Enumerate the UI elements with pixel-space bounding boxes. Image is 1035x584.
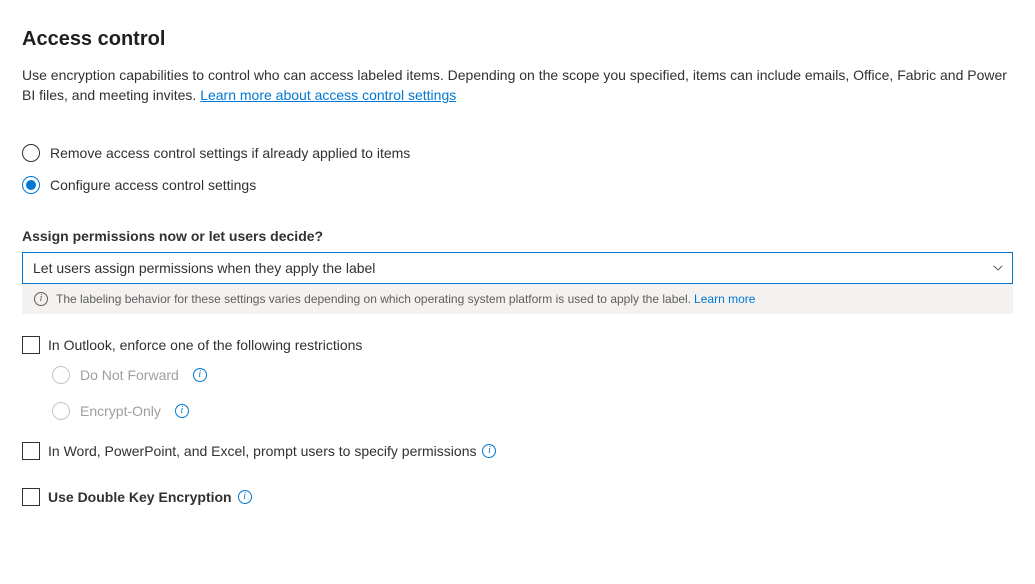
encrypt-only-label: Encrypt-Only bbox=[80, 403, 161, 419]
outlook-restrictions-label: In Outlook, enforce one of the following… bbox=[48, 337, 362, 353]
remove-access-control-label: Remove access control settings if alread… bbox=[50, 145, 410, 161]
do-not-forward-label: Do Not Forward bbox=[80, 367, 179, 383]
office-permissions-checkbox[interactable]: In Word, PowerPoint, and Excel, prompt u… bbox=[22, 442, 1013, 460]
double-key-encryption-checkbox[interactable]: Use Double Key Encryption i bbox=[22, 488, 1013, 506]
office-permissions-info-icon[interactable]: i bbox=[482, 444, 496, 458]
radio-icon bbox=[22, 176, 40, 194]
radio-icon bbox=[22, 144, 40, 162]
office-permissions-label: In Word, PowerPoint, and Excel, prompt u… bbox=[48, 443, 476, 459]
outlook-restrictions-checkbox[interactable]: In Outlook, enforce one of the following… bbox=[22, 336, 1013, 354]
access-control-mode-radio-group: Remove access control settings if alread… bbox=[22, 144, 1013, 194]
radio-icon bbox=[52, 402, 70, 420]
description-text: Use encryption capabilities to control w… bbox=[22, 67, 1007, 103]
info-banner-learn-more-link[interactable]: Learn more bbox=[694, 292, 755, 306]
encrypt-only-info-icon[interactable]: i bbox=[175, 404, 189, 418]
do-not-forward-radio: Do Not Forward i bbox=[52, 366, 1013, 384]
info-banner: i The labeling behavior for these settin… bbox=[22, 284, 1013, 314]
double-key-encryption-label: Use Double Key Encryption bbox=[48, 489, 232, 505]
configure-access-control-radio[interactable]: Configure access control settings bbox=[22, 176, 1013, 194]
double-key-encryption-info-icon[interactable]: i bbox=[238, 490, 252, 504]
checkbox-icon bbox=[22, 336, 40, 354]
permissions-label: Assign permissions now or let users deci… bbox=[22, 228, 1013, 244]
configure-access-control-label: Configure access control settings bbox=[50, 177, 256, 193]
info-icon: i bbox=[34, 292, 48, 306]
permissions-selected-value: Let users assign permissions when they a… bbox=[33, 260, 375, 276]
learn-more-link[interactable]: Learn more about access control settings bbox=[200, 87, 456, 103]
chevron-down-icon bbox=[992, 262, 1004, 274]
checkbox-icon bbox=[22, 488, 40, 506]
checkbox-icon bbox=[22, 442, 40, 460]
outlook-restriction-options: Do Not Forward i Encrypt-Only i bbox=[52, 366, 1013, 420]
encrypt-only-radio: Encrypt-Only i bbox=[52, 402, 1013, 420]
permissions-select[interactable]: Let users assign permissions when they a… bbox=[22, 252, 1013, 284]
info-banner-text: The labeling behavior for these settings… bbox=[56, 292, 691, 306]
remove-access-control-radio[interactable]: Remove access control settings if alread… bbox=[22, 144, 1013, 162]
page-title: Access control bbox=[22, 28, 1013, 51]
radio-icon bbox=[52, 366, 70, 384]
do-not-forward-info-icon[interactable]: i bbox=[193, 368, 207, 382]
page-description: Use encryption capabilities to control w… bbox=[22, 65, 1013, 106]
